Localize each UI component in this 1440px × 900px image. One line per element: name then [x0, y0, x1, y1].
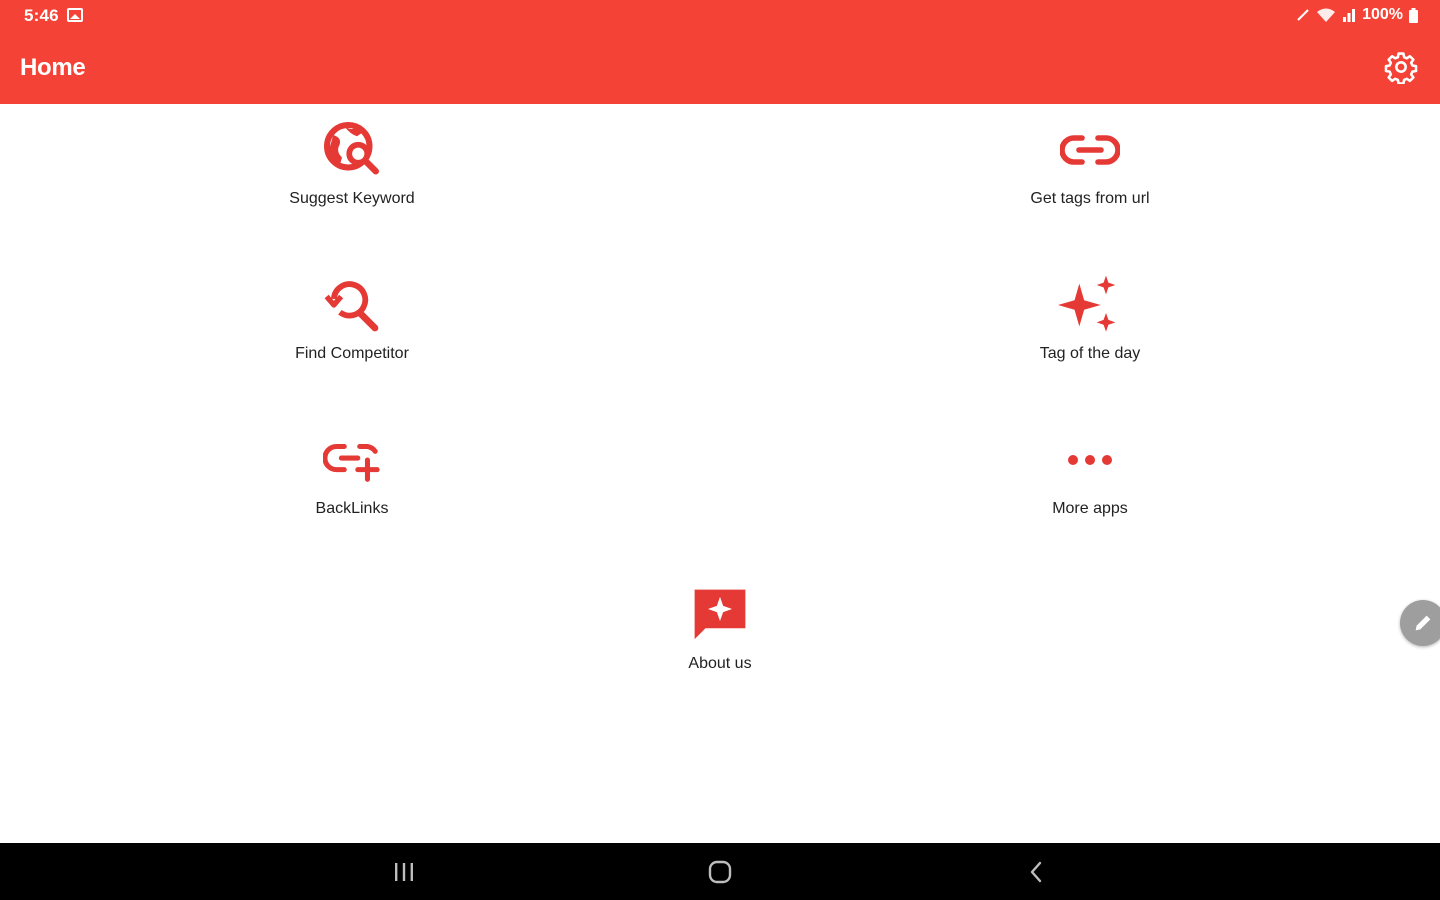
get-tags-button[interactable]: Get tags from url [970, 118, 1210, 238]
home-icon [708, 860, 732, 884]
recents-button[interactable] [384, 857, 424, 887]
status-time: 5:46 [24, 6, 59, 25]
back-icon [1030, 861, 1042, 883]
find-competitor-label: Find Competitor [295, 345, 409, 362]
gear-icon [1384, 52, 1418, 84]
get-tags-label: Get tags from url [1030, 190, 1150, 207]
pen-status-icon [1297, 9, 1309, 21]
signal-icon [1343, 9, 1356, 22]
status-indicators: 100% [1296, 6, 1418, 24]
about-us-label: About us [688, 655, 752, 672]
sparkles-icon [1058, 275, 1116, 332]
more-apps-button[interactable]: More apps [970, 428, 1210, 548]
recents-icon [395, 863, 413, 881]
suggest-keyword-label: Suggest Keyword [289, 190, 415, 207]
pencil-icon [1415, 615, 1431, 631]
battery-percent: 100% [1362, 6, 1403, 23]
backlinks-label: BackLinks [315, 500, 389, 517]
link-icon [1060, 135, 1120, 165]
page-title: Home [20, 54, 86, 81]
settings-button[interactable] [1382, 48, 1420, 86]
more-horizontal-icon [1068, 455, 1112, 465]
add-link-icon [323, 443, 380, 482]
globe-search-icon [324, 122, 379, 175]
battery-icon [1409, 7, 1418, 23]
gallery-notification-icon [67, 8, 83, 22]
feedback-star-icon [694, 589, 746, 640]
home-button[interactable] [700, 857, 740, 887]
edit-floating-button[interactable] [1400, 600, 1440, 646]
tag-of-the-day-button[interactable]: Tag of the day [970, 273, 1210, 393]
back-button[interactable] [1016, 857, 1056, 887]
search-history-icon [324, 281, 379, 332]
about-us-button[interactable]: About us [600, 583, 840, 703]
tag-of-the-day-label: Tag of the day [1039, 345, 1141, 362]
system-navigation-bar [0, 843, 1440, 900]
more-apps-label: More apps [1052, 500, 1128, 517]
wifi-icon [1317, 8, 1336, 22]
backlinks-button[interactable]: BackLinks [232, 428, 472, 548]
suggest-keyword-button[interactable]: Suggest Keyword [232, 118, 472, 238]
app-bar: 5:46 100% Home [0, 0, 1440, 104]
find-competitor-button[interactable]: Find Competitor [232, 273, 472, 393]
